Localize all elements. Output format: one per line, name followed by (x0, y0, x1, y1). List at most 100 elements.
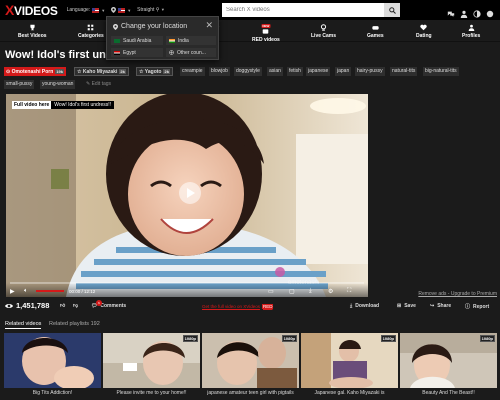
tab-related-videos[interactable]: Related videos (5, 321, 42, 329)
download-button[interactable]: ⤓ Download (350, 303, 379, 309)
tag-creampie[interactable]: creampie (180, 67, 205, 76)
location-option-egypt[interactable]: Egypt (111, 48, 163, 57)
edit-tags-link[interactable]: ✎ Edit tags (86, 81, 111, 87)
star-icon: ☆ (139, 69, 144, 75)
tag-natural-tits[interactable]: natural-tits (390, 67, 418, 76)
tag-fetish[interactable]: fetish (287, 67, 303, 76)
nav-games[interactable]: Games (367, 24, 384, 39)
thumb-caption[interactable]: Japanese gal. Kaho Miyazaki is (301, 390, 398, 396)
us-flag-icon (92, 7, 100, 13)
download-icon[interactable]: ⤓ (309, 288, 312, 295)
nav-red-videos[interactable]: NEW RED videos (252, 24, 280, 43)
comments-label: Comments (100, 303, 127, 309)
location-option-india[interactable]: India (166, 36, 216, 45)
model-count: 2k (163, 69, 170, 74)
report-icon: ⓘ (465, 304, 471, 310)
view-count: 1,451,788 (5, 301, 49, 310)
tag-doggystyle[interactable]: doggystyle (234, 67, 262, 76)
dark-mode-icon[interactable] (473, 5, 481, 18)
search-input[interactable] (222, 3, 384, 17)
share-button[interactable]: ↪ Share (430, 303, 451, 309)
close-icon[interactable]: ✕ (205, 20, 213, 31)
thumb-caption[interactable]: Beauty And The Beast!! (400, 390, 497, 396)
nav-live-cams[interactable]: Live Cams (311, 24, 336, 39)
chat-icon[interactable] (447, 5, 455, 18)
page: XVIDEOS Language: ▼ ▼ Straight ⚲ ▼ Searc… (0, 0, 500, 400)
settings-icon[interactable]: ⚙ (328, 288, 333, 295)
model-count: 2k (119, 69, 126, 74)
nav-profiles[interactable]: Profiles (462, 24, 480, 39)
tag-japanese[interactable]: japanese (306, 67, 331, 76)
play-button[interactable] (179, 182, 201, 204)
theater-icon[interactable]: ▭ (268, 288, 274, 295)
thumbs-down-icon: 👎︎ (73, 303, 79, 309)
egypt-flag-icon (114, 50, 120, 55)
thumb-caption[interactable]: Big Tits Addiction! (4, 390, 101, 396)
related-video-card[interactable]: 1080p Please invite me to your home!! (103, 333, 200, 400)
tag-asian[interactable]: asian (267, 67, 283, 76)
red-icon (263, 29, 269, 34)
channel-tag[interactable]: ⊙ Omotenashi Porn 19k (4, 67, 66, 76)
full-video-overlay[interactable]: Full video here Wow! Idol's first undres… (12, 101, 115, 109)
us-flag-icon (118, 7, 126, 13)
nav-best-videos[interactable]: Best Videos (18, 24, 47, 39)
view-count-value: 1,451,788 (16, 301, 50, 310)
thumb-caption[interactable]: japanese amateur teen girl with pigtails (202, 390, 299, 396)
edit-tags-label: Edit tags (91, 81, 112, 87)
related-video-card[interactable]: 1080p Japanese gal. Kaho Miyazaki is (301, 333, 398, 400)
report-button[interactable]: ⓘ Report (465, 303, 489, 311)
fullscreen-icon[interactable]: ⛶ (347, 288, 351, 295)
nav-label: Dating (416, 33, 432, 39)
save-button[interactable]: ⊞ Save (397, 303, 416, 309)
volume-slider[interactable] (36, 290, 64, 292)
search-button[interactable] (384, 3, 400, 17)
play-icon[interactable]: ▶ (10, 288, 15, 295)
tab-related-playlists[interactable]: Related playlists 192 (49, 321, 100, 327)
quality-badge: 1080p (479, 335, 495, 342)
volume-icon[interactable]: 🔈︎ (24, 288, 28, 295)
remove-ads-link[interactable]: Remove ads - Upgrade to Premium (418, 291, 497, 297)
related-video-card[interactable]: 1080p Beauty And The Beast!! (400, 333, 497, 400)
download-label: Download (355, 303, 380, 309)
star-icon: ☆ (77, 69, 82, 75)
model-tag-yagoto[interactable]: ☆ Yagoto 2k (136, 67, 173, 76)
video-player[interactable]: omotenashi Full video here Wow! Idol's f… (6, 94, 368, 297)
thumb-caption[interactable]: Please invite me to your home!! (103, 390, 200, 396)
new-badge: NEW (261, 24, 271, 28)
video-timer: 00:00 / 12:12 (69, 289, 96, 294)
tag-blowjob[interactable]: blowjob (209, 67, 230, 76)
nav-dating[interactable]: Dating (416, 24, 432, 39)
related-video-card[interactable]: 1080p japanese amateur teen girl with pi… (202, 333, 299, 400)
like-button[interactable]: 👍︎ (60, 303, 65, 309)
straight-icon: ⚲ (155, 7, 160, 13)
nav-categories[interactable]: Categories (78, 24, 104, 39)
language-selector[interactable]: Language: ▼ (67, 7, 106, 13)
overlay-text: Wow! Idol's first undress!! (54, 102, 112, 108)
option-label: India (178, 37, 189, 44)
quality-badge: 1080p (380, 335, 396, 342)
playlists-label: Related playlists (49, 321, 90, 327)
full-video-link[interactable]: Get the full video on XVideos RED (202, 304, 274, 309)
related-video-card[interactable]: Big Tits Addiction! (4, 333, 101, 400)
save-label: Save (404, 303, 416, 309)
model-tag-kaho[interactable]: ☆ Kaho Miyazaki 2k (74, 67, 129, 76)
user-icon[interactable] (460, 5, 468, 18)
location-selector[interactable]: ▼ (111, 7, 131, 13)
option-label: Other coun... (177, 49, 206, 56)
model-label: Yagoto (144, 69, 162, 75)
dislike-button[interactable]: 👎︎ (73, 303, 78, 309)
tag-young-woman[interactable]: young-woman (40, 80, 76, 89)
tag-japan[interactable]: japan (335, 67, 352, 76)
location-option-saudi[interactable]: Saudi Arabia (111, 36, 163, 45)
tag-small-pussy[interactable]: small-pussy (4, 80, 35, 89)
orientation-selector[interactable]: Straight ⚲ ▼ (137, 7, 165, 13)
tag-big-natural-tits[interactable]: big-natural-tits (423, 67, 459, 76)
location-option-other[interactable]: Other coun... (166, 48, 216, 57)
full-video-text: Get the full video on XVideos (202, 304, 260, 309)
top-bar: XVIDEOS Language: ▼ ▼ Straight ⚲ ▼ (0, 0, 500, 20)
miniplayer-icon[interactable]: ▢ (289, 288, 295, 295)
menu-icon[interactable] (486, 5, 494, 18)
site-logo[interactable]: XVIDEOS (5, 2, 58, 18)
cam-icon (320, 24, 327, 31)
tag-hairy-pussy[interactable]: hairy-pussy (355, 67, 385, 76)
